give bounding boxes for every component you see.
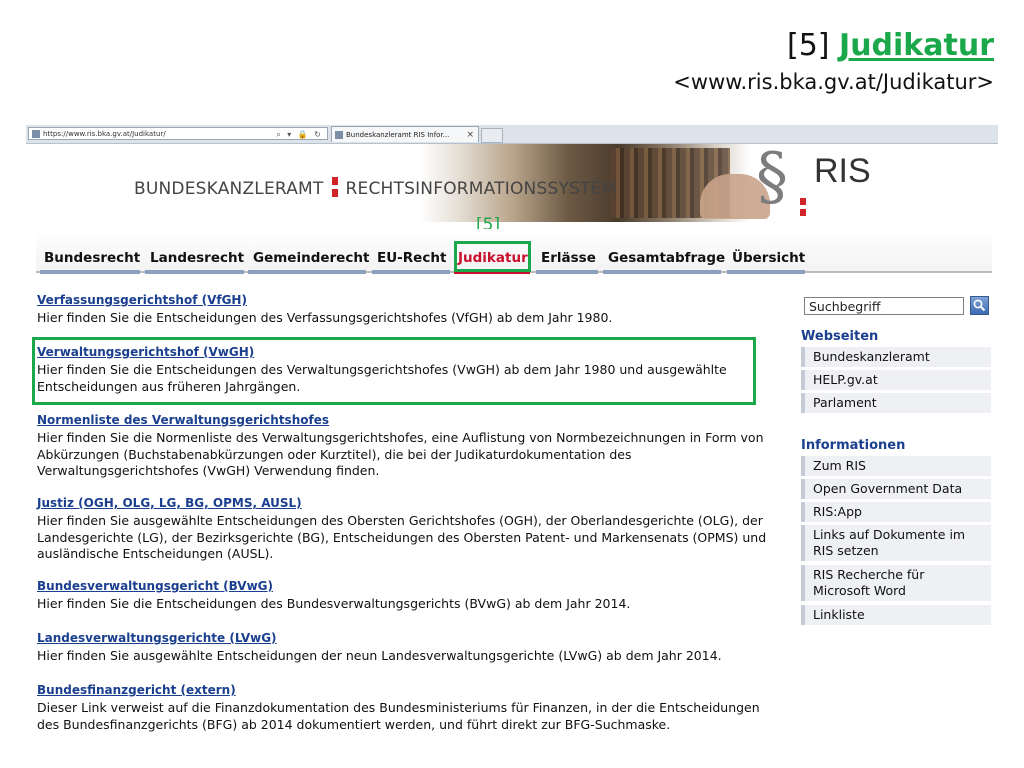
- nav-underline: [40, 270, 140, 274]
- search-icon: [973, 299, 986, 312]
- search-input[interactable]: Suchbegriff: [804, 297, 964, 315]
- org-name: BUNDESKANZLERAMT: [134, 179, 324, 199]
- slide-title: [5] Judikatur: [787, 28, 994, 63]
- nav-underline: [372, 270, 450, 274]
- nav-item-eu-recht[interactable]: EU-Recht: [377, 250, 446, 266]
- entry-link-lvwg[interactable]: Landesverwaltungsgerichte (LVwG): [37, 631, 722, 645]
- system-name: RECHTSINFORMATIONSSYSTEM: [345, 179, 617, 199]
- sidebar-item-help[interactable]: HELP.gv.at: [801, 370, 991, 390]
- entry-description: Hier finden Sie ausgewählte Entscheidung…: [37, 648, 722, 663]
- sidebar-item-zum-ris[interactable]: Zum RIS: [801, 456, 991, 476]
- ris-logo[interactable]: § RIS: [756, 140, 906, 222]
- nav-item-gemeinderecht[interactable]: Gemeinderecht: [253, 250, 369, 266]
- entry-description: Hier finden Sie die Entscheidungen des V…: [37, 310, 613, 325]
- sidebar-item-parlament[interactable]: Parlament: [801, 393, 991, 413]
- tab-close-icon[interactable]: ×: [466, 127, 474, 143]
- vwgh-highlight-box: [32, 337, 756, 405]
- entry-description: Hier finden Sie die Normenliste des Verw…: [37, 430, 764, 479]
- red-separator-icon: [331, 177, 338, 197]
- browser-tab[interactable]: Bundeskanzleramt RIS Infor... ×: [331, 126, 479, 142]
- new-tab-button[interactable]: [481, 128, 503, 143]
- site-favicon-icon: [32, 130, 40, 138]
- nav-item-erlaesse[interactable]: Erlässe: [541, 250, 596, 266]
- address-controls-icon[interactable]: ⌕ ▾ 🔒 ↻: [276, 128, 323, 141]
- list-item: Normenliste des Verwaltungsgerichtshofes…: [37, 413, 767, 480]
- logo-red-mark-icon: [800, 198, 806, 216]
- judikatur-highlight-box: [454, 241, 531, 272]
- entry-link-bvwg[interactable]: Bundesverwaltungsgericht (BVwG): [37, 579, 630, 593]
- slide-url: <www.ris.bka.gv.at/Judikatur>: [673, 70, 994, 94]
- entry-link-vfgh[interactable]: Verfassungsgerichtshof (VfGH): [37, 293, 612, 307]
- paragraph-icon: §: [756, 140, 788, 214]
- entry-link-bfg[interactable]: Bundesfinanzgericht (extern): [37, 683, 767, 697]
- nav-underline: [603, 270, 721, 274]
- sidebar-item-linkliste[interactable]: Linkliste: [801, 605, 991, 625]
- webseiten-heading: Webseiten: [801, 329, 879, 344]
- list-item: Bundesfinanzgericht (extern) Dieser Link…: [37, 683, 767, 733]
- entry-description: Dieser Link verweist auf die Finanzdokum…: [37, 700, 760, 732]
- tab-favicon-icon: [335, 131, 343, 139]
- tab-title: Bundeskanzleramt RIS Infor...: [346, 131, 450, 139]
- nav-underline: [145, 270, 244, 274]
- informationen-heading: Informationen: [801, 438, 906, 453]
- slide-ref-number: [5]: [786, 28, 830, 63]
- ris-logo-text: RIS: [814, 152, 871, 190]
- sidebar-item-links-auf-dokumente[interactable]: Links auf Dokumente im RIS setzen: [801, 525, 991, 561]
- sidebar-item-ris-app[interactable]: RIS:App: [801, 502, 991, 522]
- address-text: https://www.ris.bka.gv.at/Judikatur/: [43, 130, 166, 138]
- entry-description: Hier finden Sie ausgewählte Entscheidung…: [37, 513, 767, 562]
- nav-item-bundesrecht[interactable]: Bundesrecht: [44, 250, 140, 266]
- sidebar-item-open-government-data[interactable]: Open Government Data: [801, 479, 991, 499]
- nav-underline: [248, 270, 366, 274]
- list-item: Verfassungsgerichtshof (VfGH) Hier finde…: [37, 293, 612, 327]
- judikatur-link[interactable]: Judikatur: [839, 28, 994, 63]
- browser-toolbar: https://www.ris.bka.gv.at/Judikatur/ ⌕ ▾…: [26, 125, 998, 144]
- nav-item-uebersicht[interactable]: Übersicht: [732, 250, 805, 266]
- nav-underline: [536, 270, 598, 274]
- list-item: Landesverwaltungsgerichte (LVwG) Hier fi…: [37, 631, 722, 665]
- address-bar[interactable]: https://www.ris.bka.gv.at/Judikatur/ ⌕ ▾…: [28, 127, 328, 140]
- nav-underline: [727, 270, 805, 274]
- nav-item-gesamtabfrage[interactable]: Gesamtabfrage: [608, 250, 725, 266]
- nav-item-landesrecht[interactable]: Landesrecht: [150, 250, 244, 266]
- entry-link-normenliste[interactable]: Normenliste des Verwaltungsgerichtshofes: [37, 413, 767, 427]
- website-screenshot: https://www.ris.bka.gv.at/Judikatur/ ⌕ ▾…: [26, 125, 998, 761]
- list-item: Bundesverwaltungsgericht (BVwG) Hier fin…: [37, 579, 630, 613]
- site-banner: BUNDESKANZLERAMT RECHTSINFORMATIONSSYSTEM…: [26, 140, 998, 222]
- entry-description: Hier finden Sie die Entscheidungen des B…: [37, 596, 631, 611]
- site-title: BUNDESKANZLERAMT RECHTSINFORMATIONSSYSTEM: [134, 177, 616, 199]
- sidebar-item-ris-recherche-word[interactable]: RIS Recherche für Microsoft Word: [801, 565, 991, 601]
- search-button[interactable]: [970, 296, 989, 315]
- list-item: Justiz (OGH, OLG, LG, BG, OPMS, AUSL) Hi…: [37, 496, 767, 563]
- entry-link-justiz[interactable]: Justiz (OGH, OLG, LG, BG, OPMS, AUSL): [37, 496, 767, 510]
- sidebar-item-bundeskanzleramt[interactable]: Bundeskanzleramt: [801, 347, 991, 367]
